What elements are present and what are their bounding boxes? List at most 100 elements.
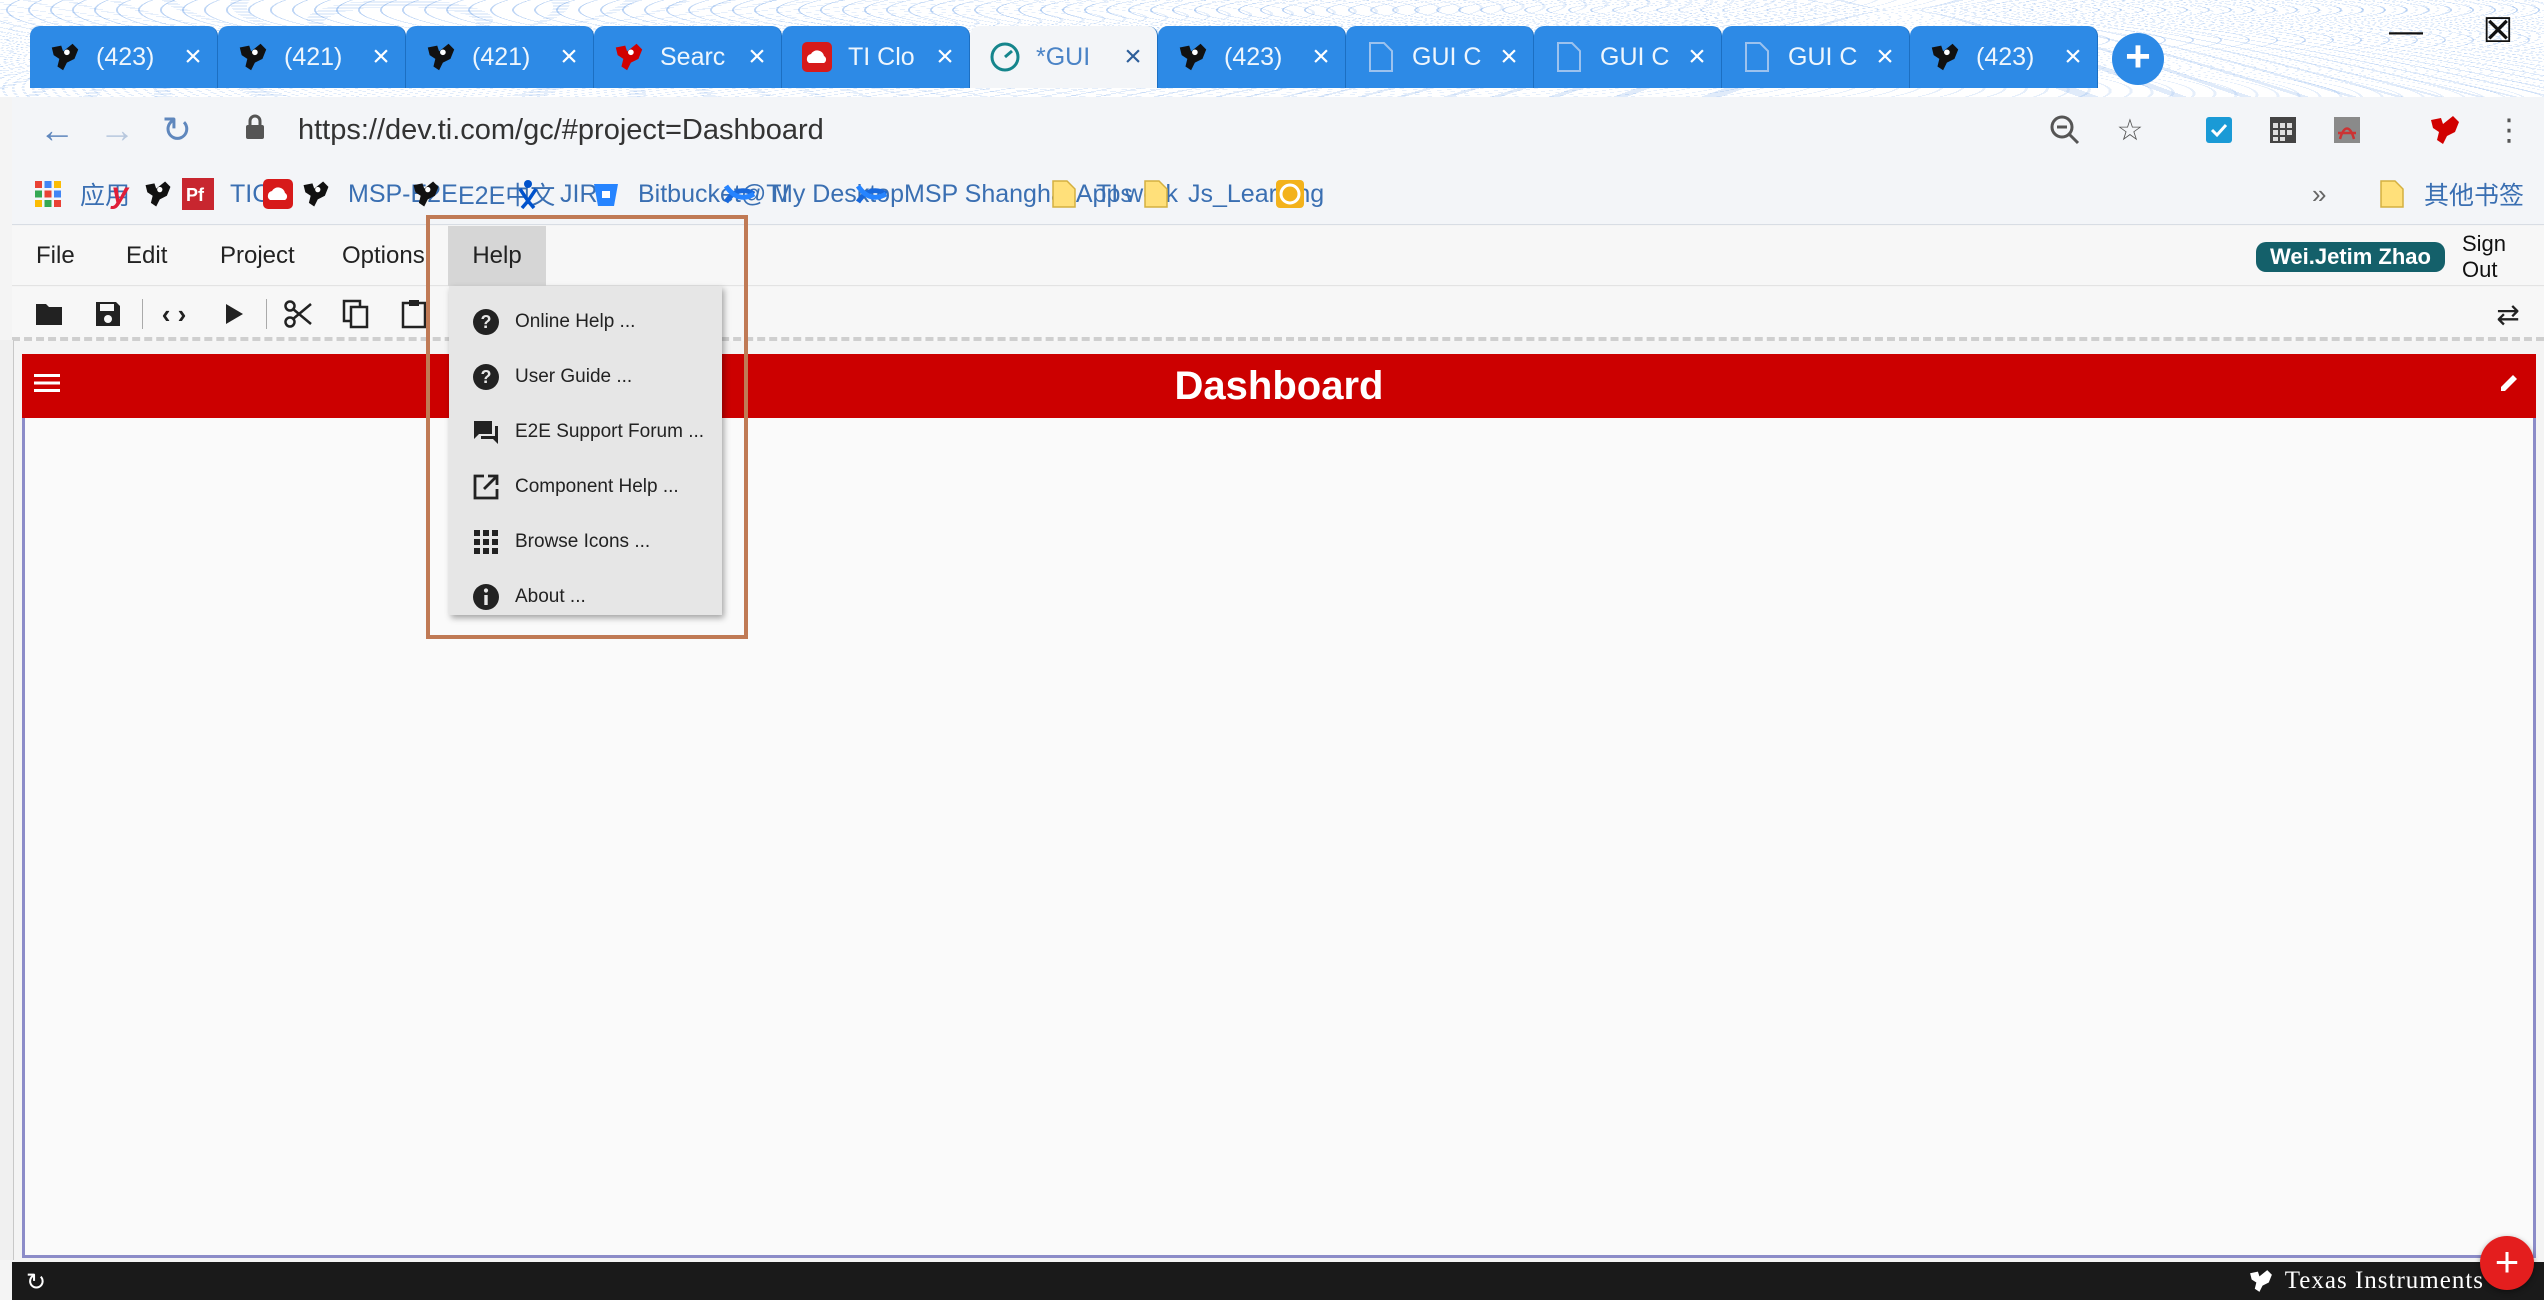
- browser-tab[interactable]: GUI C ×: [1722, 26, 1910, 88]
- menu-file[interactable]: File: [22, 226, 89, 286]
- ti-logo-icon: [1928, 40, 1962, 74]
- help-menu-item[interactable]: E2E Support Forum ...: [449, 404, 722, 459]
- code-view-icon[interactable]: ‹ ›: [156, 296, 192, 332]
- help-menu-item[interactable]: ? User Guide ...: [449, 349, 722, 404]
- tab-close-icon[interactable]: ×: [1307, 40, 1335, 73]
- browser-tab[interactable]: *GUI ×: [970, 26, 1158, 88]
- menu-options[interactable]: Options: [328, 226, 439, 286]
- browser-tab[interactable]: (421) ×: [406, 26, 594, 88]
- jira-icon: [512, 178, 544, 210]
- reload-button[interactable]: ↻: [154, 107, 200, 153]
- help-dropdown-menu: ? Online Help ...? User Guide ... E2E Suppo…: [449, 286, 722, 615]
- minimize-button[interactable]: —: [2360, 0, 2452, 62]
- tab-list: (423) × (421) × (421) × Searc × TI Clo × *GUI × (423…: [30, 26, 2098, 88]
- tab-title: GUI C: [1412, 42, 1482, 71]
- tab-close-icon[interactable]: ×: [1871, 40, 1899, 73]
- extension-check-icon[interactable]: [2198, 109, 2240, 151]
- help-menu-item-label: Online Help ...: [515, 310, 636, 332]
- extension-calendar-icon[interactable]: [2262, 109, 2304, 151]
- browser-tab[interactable]: Searc ×: [594, 26, 782, 88]
- tab-close-icon[interactable]: ×: [555, 40, 583, 73]
- tab-title: *GUI: [1036, 42, 1091, 71]
- help-menu-item-label: E2E Support Forum ...: [515, 420, 705, 442]
- tab-title: TI Clo: [848, 42, 915, 71]
- menu-project[interactable]: Project: [206, 226, 309, 286]
- browser-tab[interactable]: GUI C ×: [1534, 26, 1722, 88]
- ti-logo-icon: [410, 178, 442, 210]
- ti-logo-icon: [236, 40, 270, 74]
- browser-tab[interactable]: (421) ×: [218, 26, 406, 88]
- browser-tab[interactable]: TI Clo ×: [782, 26, 970, 88]
- url-field[interactable]: https://dev.ti.com/gc/#project=Dashboard: [244, 104, 2084, 156]
- ti-logo-icon: [142, 178, 174, 210]
- close-window-button[interactable]: ✕: [2452, 0, 2544, 62]
- tab-close-icon[interactable]: ×: [1495, 40, 1523, 73]
- help-circle-icon: ?: [471, 362, 501, 392]
- browser-tab[interactable]: (423) ×: [30, 26, 218, 88]
- ti-logo-icon: [48, 40, 82, 74]
- address-bar: ← → ↻ https://dev.ti.com/gc/#project=Das…: [12, 97, 2544, 163]
- browser-tab[interactable]: (423) ×: [1158, 26, 1346, 88]
- menu-edit[interactable]: Edit: [112, 226, 181, 286]
- help-menu-item-label: User Guide ...: [515, 365, 633, 387]
- bookmark-item[interactable]: [262, 173, 294, 215]
- tab-close-icon[interactable]: ×: [743, 40, 771, 73]
- copy-icon[interactable]: [338, 296, 374, 332]
- tab-title: GUI C: [1788, 42, 1858, 71]
- edit-pencil-icon[interactable]: [2498, 370, 2526, 398]
- more-bookmarks-button[interactable]: »: [2312, 173, 2326, 215]
- help-menu-item[interactable]: Browse Icons ...: [449, 514, 722, 569]
- ti-logo-icon: [300, 178, 332, 210]
- tab-title: (423): [96, 42, 155, 71]
- tab-title: (421): [284, 42, 343, 71]
- help-menu-item-label: Browse Icons ...: [515, 530, 651, 552]
- cut-icon[interactable]: [280, 296, 316, 332]
- dashboard-title: Dashboard: [1174, 364, 1384, 408]
- tab-close-icon[interactable]: ×: [367, 40, 395, 73]
- other-bookmarks-folder[interactable]: 其他书签: [2376, 173, 2524, 215]
- bookmark-item[interactable]: [142, 173, 174, 215]
- svg-text:?: ?: [481, 312, 492, 332]
- other-bookmarks-label: 其他书签: [2424, 182, 2525, 210]
- add-widget-button[interactable]: +: [2480, 1236, 2534, 1290]
- bookmark-star-icon[interactable]: ☆: [2109, 109, 2151, 151]
- sign-out-link[interactable]: Sign Out: [2462, 231, 2544, 282]
- chrome-menu-icon[interactable]: ⋮: [2488, 109, 2530, 151]
- confluence-icon: [856, 178, 888, 210]
- forum-icon: [471, 417, 501, 447]
- zoom-out-icon[interactable]: [2044, 109, 2086, 151]
- new-tab-button[interactable]: +: [2112, 33, 2164, 85]
- user-badge[interactable]: Wei.Jetim Zhao: [2256, 242, 2445, 272]
- extension-pdf-icon[interactable]: [2326, 109, 2368, 151]
- gui-composer-icon: [988, 40, 1022, 74]
- help-menu-item[interactable]: About ...: [449, 569, 722, 624]
- tab-close-icon[interactable]: ×: [1119, 40, 1147, 73]
- app-toolbar: ‹ › ⇄: [12, 287, 2544, 341]
- tab-title: (421): [472, 42, 531, 71]
- pf-logo-icon: Pf: [182, 178, 214, 210]
- back-button[interactable]: ←: [34, 107, 80, 153]
- browser-tab[interactable]: (423) ×: [1910, 26, 2098, 88]
- run-icon[interactable]: [216, 296, 252, 332]
- forward-button[interactable]: →: [94, 107, 140, 153]
- open-folder-icon[interactable]: [32, 296, 68, 332]
- ti-red-logo-icon: [612, 40, 646, 74]
- dashboard-canvas[interactable]: [22, 418, 2536, 1258]
- tab-close-icon[interactable]: ×: [931, 40, 959, 73]
- browser-tab[interactable]: GUI C ×: [1346, 26, 1534, 88]
- help-menu-item[interactable]: Component Help ...: [449, 459, 722, 514]
- bookmark-item[interactable]: y: [104, 173, 136, 215]
- tab-title: (423): [1224, 42, 1283, 71]
- document-icon: [1552, 40, 1586, 74]
- connection-status-icon[interactable]: ↻: [26, 1268, 46, 1297]
- folder-icon: [1048, 178, 1080, 210]
- bookmark-item[interactable]: [1274, 173, 1306, 215]
- help-menu-item[interactable]: ? Online Help ...: [449, 294, 722, 349]
- tab-close-icon[interactable]: ×: [2059, 40, 2087, 73]
- swap-icon[interactable]: ⇄: [2490, 296, 2526, 332]
- toolbar-separator: [266, 299, 267, 329]
- tab-close-icon[interactable]: ×: [179, 40, 207, 73]
- save-icon[interactable]: [90, 296, 126, 332]
- extension-ti-icon[interactable]: [2424, 109, 2466, 151]
- tab-close-icon[interactable]: ×: [1683, 40, 1711, 73]
